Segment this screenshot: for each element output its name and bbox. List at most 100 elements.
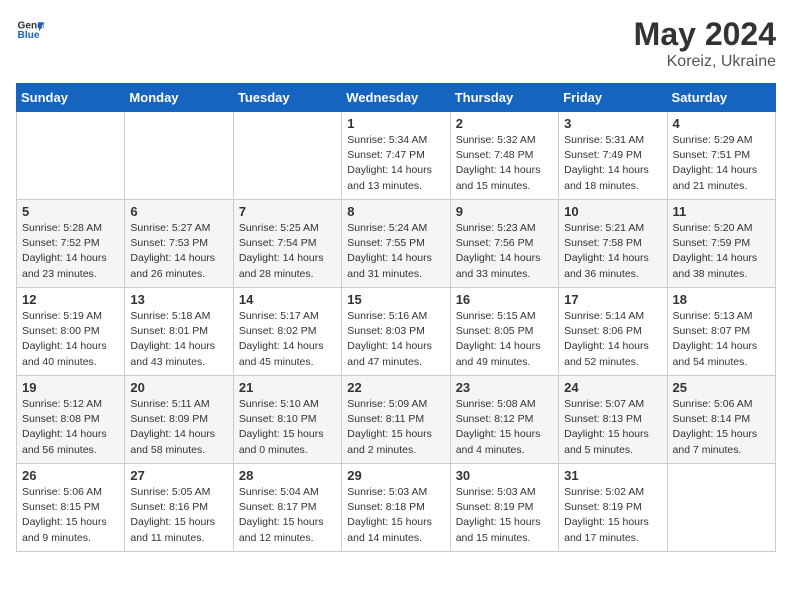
day-info: Sunrise: 5:08 AM Sunset: 8:12 PM Dayligh… xyxy=(456,397,553,458)
day-info: Sunrise: 5:14 AM Sunset: 8:06 PM Dayligh… xyxy=(564,309,661,370)
day-info: Sunrise: 5:06 AM Sunset: 8:14 PM Dayligh… xyxy=(673,397,770,458)
calendar-day-cell: 5 Sunrise: 5:28 AM Sunset: 7:52 PM Daylig… xyxy=(17,200,125,288)
day-info: Sunrise: 5:25 AM Sunset: 7:54 PM Dayligh… xyxy=(239,221,336,282)
title-block: May 2024 Koreiz, Ukraine xyxy=(634,16,776,71)
svg-text:Blue: Blue xyxy=(18,30,40,41)
day-number: 7 xyxy=(239,204,336,219)
calendar-day-cell: 20Sunrise: 5:11 AM Sunset: 8:09 PM Dayli… xyxy=(125,376,233,464)
day-number: 28 xyxy=(239,468,336,483)
day-info: Sunrise: 5:31 AM Sunset: 7:49 PM Dayligh… xyxy=(564,133,661,194)
header-thursday: Thursday xyxy=(450,84,558,112)
day-number: 24 xyxy=(564,380,661,395)
header-friday: Friday xyxy=(559,84,667,112)
day-number: 27 xyxy=(130,468,227,483)
day-info: Sunrise: 5:32 AM Sunset: 7:48 PM Dayligh… xyxy=(456,133,553,194)
day-info: Sunrise: 5:04 AM Sunset: 8:17 PM Dayligh… xyxy=(239,485,336,546)
calendar-week-row: 19 Sunrise: 5:12 AM Sunset: 8:08 PM Dayli… xyxy=(17,376,776,464)
day-number: 22 xyxy=(347,380,444,395)
weekday-header-row: SundayMondayTuesdayWednesdayThursdayFrid… xyxy=(17,84,776,112)
calendar-day-cell xyxy=(233,112,341,200)
day-info: Sunrise: 5:10 AM Sunset: 8:10 PM Dayligh… xyxy=(239,397,336,458)
header-tuesday: Tuesday xyxy=(233,84,341,112)
day-number: 3 xyxy=(564,116,661,131)
calendar-day-cell: 8Sunrise: 5:24 AM Sunset: 7:55 PM Daylig… xyxy=(342,200,450,288)
calendar-day-cell: 17 Sunrise: 5:14 AM Sunset: 8:06 PM Dayli… xyxy=(559,288,667,376)
calendar-day-cell xyxy=(125,112,233,200)
day-info: Sunrise: 5:13 AM Sunset: 8:07 PM Dayligh… xyxy=(673,309,770,370)
day-info: Sunrise: 5:21 AM Sunset: 7:58 PM Dayligh… xyxy=(564,221,661,282)
header-wednesday: Wednesday xyxy=(342,84,450,112)
day-number: 30 xyxy=(456,468,553,483)
day-info: Sunrise: 5:20 AM Sunset: 7:59 PM Dayligh… xyxy=(673,221,770,282)
day-number: 19 xyxy=(22,380,119,395)
day-info: Sunrise: 5:19 AM Sunset: 8:00 PM Dayligh… xyxy=(22,309,119,370)
calendar-week-row: 5 Sunrise: 5:28 AM Sunset: 7:52 PM Daylig… xyxy=(17,200,776,288)
calendar-day-cell: 3 Sunrise: 5:31 AM Sunset: 7:49 PM Daylig… xyxy=(559,112,667,200)
day-info: Sunrise: 5:17 AM Sunset: 8:02 PM Dayligh… xyxy=(239,309,336,370)
day-info: Sunrise: 5:34 AM Sunset: 7:47 PM Dayligh… xyxy=(347,133,444,194)
day-number: 4 xyxy=(673,116,770,131)
calendar-day-cell: 16Sunrise: 5:15 AM Sunset: 8:05 PM Dayli… xyxy=(450,288,558,376)
day-info: Sunrise: 5:23 AM Sunset: 7:56 PM Dayligh… xyxy=(456,221,553,282)
calendar-day-cell: 23 Sunrise: 5:08 AM Sunset: 8:12 PM Dayli… xyxy=(450,376,558,464)
day-number: 25 xyxy=(673,380,770,395)
calendar-location: Koreiz, Ukraine xyxy=(634,53,776,71)
header-saturday: Saturday xyxy=(667,84,775,112)
day-info: Sunrise: 5:03 AM Sunset: 8:18 PM Dayligh… xyxy=(347,485,444,546)
header-sunday: Sunday xyxy=(17,84,125,112)
day-number: 1 xyxy=(347,116,444,131)
page-header: General Blue May 2024 Koreiz, Ukraine xyxy=(16,16,776,71)
day-number: 11 xyxy=(673,204,770,219)
day-info: Sunrise: 5:03 AM Sunset: 8:19 PM Dayligh… xyxy=(456,485,553,546)
day-number: 23 xyxy=(456,380,553,395)
calendar-day-cell: 11 Sunrise: 5:20 AM Sunset: 7:59 PM Dayli… xyxy=(667,200,775,288)
day-info: Sunrise: 5:28 AM Sunset: 7:52 PM Dayligh… xyxy=(22,221,119,282)
day-info: Sunrise: 5:15 AM Sunset: 8:05 PM Dayligh… xyxy=(456,309,553,370)
calendar-day-cell: 19 Sunrise: 5:12 AM Sunset: 8:08 PM Dayli… xyxy=(17,376,125,464)
calendar-day-cell: 14 Sunrise: 5:17 AM Sunset: 8:02 PM Dayli… xyxy=(233,288,341,376)
day-number: 17 xyxy=(564,292,661,307)
day-number: 8 xyxy=(347,204,444,219)
day-number: 20 xyxy=(130,380,227,395)
calendar-day-cell: 28 Sunrise: 5:04 AM Sunset: 8:17 PM Dayli… xyxy=(233,464,341,552)
day-number: 31 xyxy=(564,468,661,483)
calendar-day-cell xyxy=(667,464,775,552)
day-info: Sunrise: 5:18 AM Sunset: 8:01 PM Dayligh… xyxy=(130,309,227,370)
day-info: Sunrise: 5:02 AM Sunset: 8:19 PM Dayligh… xyxy=(564,485,661,546)
calendar-day-cell: 15Sunrise: 5:16 AM Sunset: 8:03 PM Dayli… xyxy=(342,288,450,376)
day-info: Sunrise: 5:27 AM Sunset: 7:53 PM Dayligh… xyxy=(130,221,227,282)
day-info: Sunrise: 5:07 AM Sunset: 8:13 PM Dayligh… xyxy=(564,397,661,458)
day-info: Sunrise: 5:06 AM Sunset: 8:15 PM Dayligh… xyxy=(22,485,119,546)
day-number: 5 xyxy=(22,204,119,219)
day-number: 10 xyxy=(564,204,661,219)
calendar-day-cell: 25 Sunrise: 5:06 AM Sunset: 8:14 PM Dayli… xyxy=(667,376,775,464)
logo-icon: General Blue xyxy=(16,16,44,44)
calendar-day-cell: 12 Sunrise: 5:19 AM Sunset: 8:00 PM Dayli… xyxy=(17,288,125,376)
day-number: 26 xyxy=(22,468,119,483)
day-number: 15 xyxy=(347,292,444,307)
calendar-day-cell: 10 Sunrise: 5:21 AM Sunset: 7:58 PM Dayli… xyxy=(559,200,667,288)
day-number: 2 xyxy=(456,116,553,131)
calendar-day-cell: 29 Sunrise: 5:03 AM Sunset: 8:18 PM Dayli… xyxy=(342,464,450,552)
calendar-day-cell: 31 Sunrise: 5:02 AM Sunset: 8:19 PM Dayli… xyxy=(559,464,667,552)
day-number: 14 xyxy=(239,292,336,307)
day-info: Sunrise: 5:05 AM Sunset: 8:16 PM Dayligh… xyxy=(130,485,227,546)
day-info: Sunrise: 5:09 AM Sunset: 8:11 PM Dayligh… xyxy=(347,397,444,458)
day-number: 29 xyxy=(347,468,444,483)
calendar-day-cell: 22 Sunrise: 5:09 AM Sunset: 8:11 PM Dayli… xyxy=(342,376,450,464)
day-number: 21 xyxy=(239,380,336,395)
calendar-day-cell: 27 Sunrise: 5:05 AM Sunset: 8:16 PM Dayli… xyxy=(125,464,233,552)
calendar-table: SundayMondayTuesdayWednesdayThursdayFrid… xyxy=(16,83,776,552)
day-number: 12 xyxy=(22,292,119,307)
calendar-day-cell: 24 Sunrise: 5:07 AM Sunset: 8:13 PM Dayli… xyxy=(559,376,667,464)
calendar-day-cell: 21 Sunrise: 5:10 AM Sunset: 8:10 PM Dayli… xyxy=(233,376,341,464)
calendar-day-cell: 26 Sunrise: 5:06 AM Sunset: 8:15 PM Dayli… xyxy=(17,464,125,552)
calendar-day-cell: 13 Sunrise: 5:18 AM Sunset: 8:01 PM Dayli… xyxy=(125,288,233,376)
calendar-week-row: 26 Sunrise: 5:06 AM Sunset: 8:15 PM Dayli… xyxy=(17,464,776,552)
calendar-week-row: 12 Sunrise: 5:19 AM Sunset: 8:00 PM Dayli… xyxy=(17,288,776,376)
day-number: 13 xyxy=(130,292,227,307)
calendar-day-cell: 30 Sunrise: 5:03 AM Sunset: 8:19 PM Dayli… xyxy=(450,464,558,552)
calendar-day-cell: 9Sunrise: 5:23 AM Sunset: 7:56 PM Daylig… xyxy=(450,200,558,288)
day-info: Sunrise: 5:29 AM Sunset: 7:51 PM Dayligh… xyxy=(673,133,770,194)
day-info: Sunrise: 5:12 AM Sunset: 8:08 PM Dayligh… xyxy=(22,397,119,458)
